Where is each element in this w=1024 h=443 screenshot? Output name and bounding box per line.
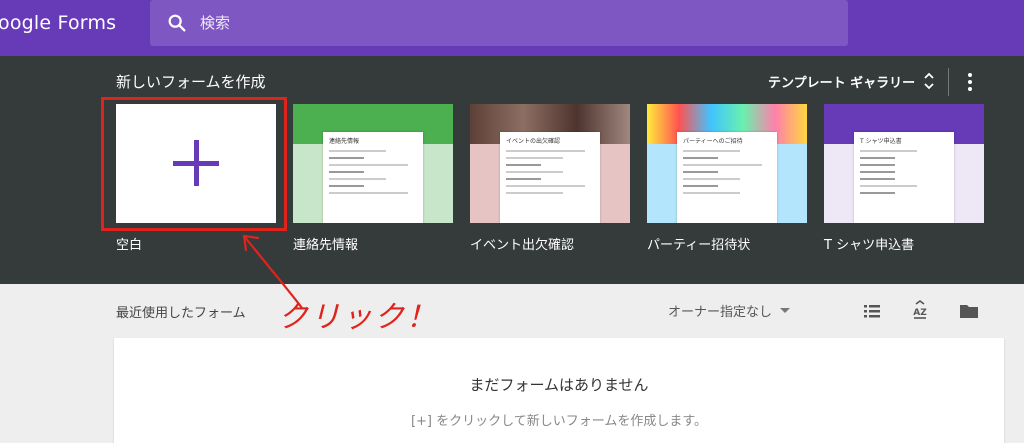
owner-filter-dropdown[interactable]: オーナー指定なし <box>668 301 791 320</box>
empty-state-card: まだフォームはありません [+] をクリックして新しいフォームを作成します。 <box>114 338 1004 443</box>
gallery-divider <box>948 68 949 96</box>
unfold-icon <box>924 72 934 90</box>
thumbnail-form-preview: T シャツ申込書 <box>854 132 954 223</box>
owner-filter-label: オーナー指定なし <box>668 305 773 320</box>
svg-text:AZ: AZ <box>913 308 927 318</box>
search-icon[interactable] <box>166 12 188 34</box>
template-thumbnail[interactable]: イベントの出欠確認 <box>470 104 630 223</box>
template-thumbnail[interactable]: 連絡先情報 <box>293 104 453 223</box>
thumbnail-form-preview: 連絡先情報 <box>323 132 423 223</box>
template-thumbnail[interactable]: パーティーへのご招待 <box>647 104 807 223</box>
template-thumbnail[interactable]: T シャツ申込書 <box>824 104 984 223</box>
caret-down-icon <box>780 308 791 313</box>
thumbnail-form-preview: パーティーへのご招待 <box>677 132 777 223</box>
empty-state-title: まだフォームはありません <box>469 376 649 394</box>
template-label[interactable]: パーティー招待状 <box>647 234 750 253</box>
list-view-icon[interactable] <box>861 300 883 322</box>
thumbnail-form-preview: イベントの出欠確認 <box>500 132 600 223</box>
sort-az-icon[interactable]: AZ <box>909 300 931 322</box>
template-label[interactable]: イベント出欠確認 <box>470 234 574 253</box>
template-gallery-toggle[interactable]: テンプレート ギャラリー <box>768 70 935 92</box>
annotation-highlight-box <box>101 97 287 231</box>
top-bar: oogle Forms <box>0 0 1024 56</box>
recent-forms-title: 最近使用したフォーム <box>116 306 246 321</box>
search-input[interactable] <box>200 9 800 37</box>
folder-icon[interactable] <box>958 300 980 322</box>
gallery-title: 新しいフォームを作成 <box>116 73 266 91</box>
template-label[interactable]: 空白 <box>116 234 142 253</box>
template-gallery-label: テンプレート ギャラリー <box>768 75 916 91</box>
annotation-text: クリック！ <box>278 300 438 335</box>
app-title[interactable]: oogle Forms <box>0 12 116 34</box>
search-box[interactable] <box>150 0 848 46</box>
empty-state-subtitle: [+] をクリックして新しいフォームを作成します。 <box>410 414 708 429</box>
template-label[interactable]: T シャツ申込書 <box>824 234 914 253</box>
more-vert-icon[interactable] <box>962 70 978 94</box>
